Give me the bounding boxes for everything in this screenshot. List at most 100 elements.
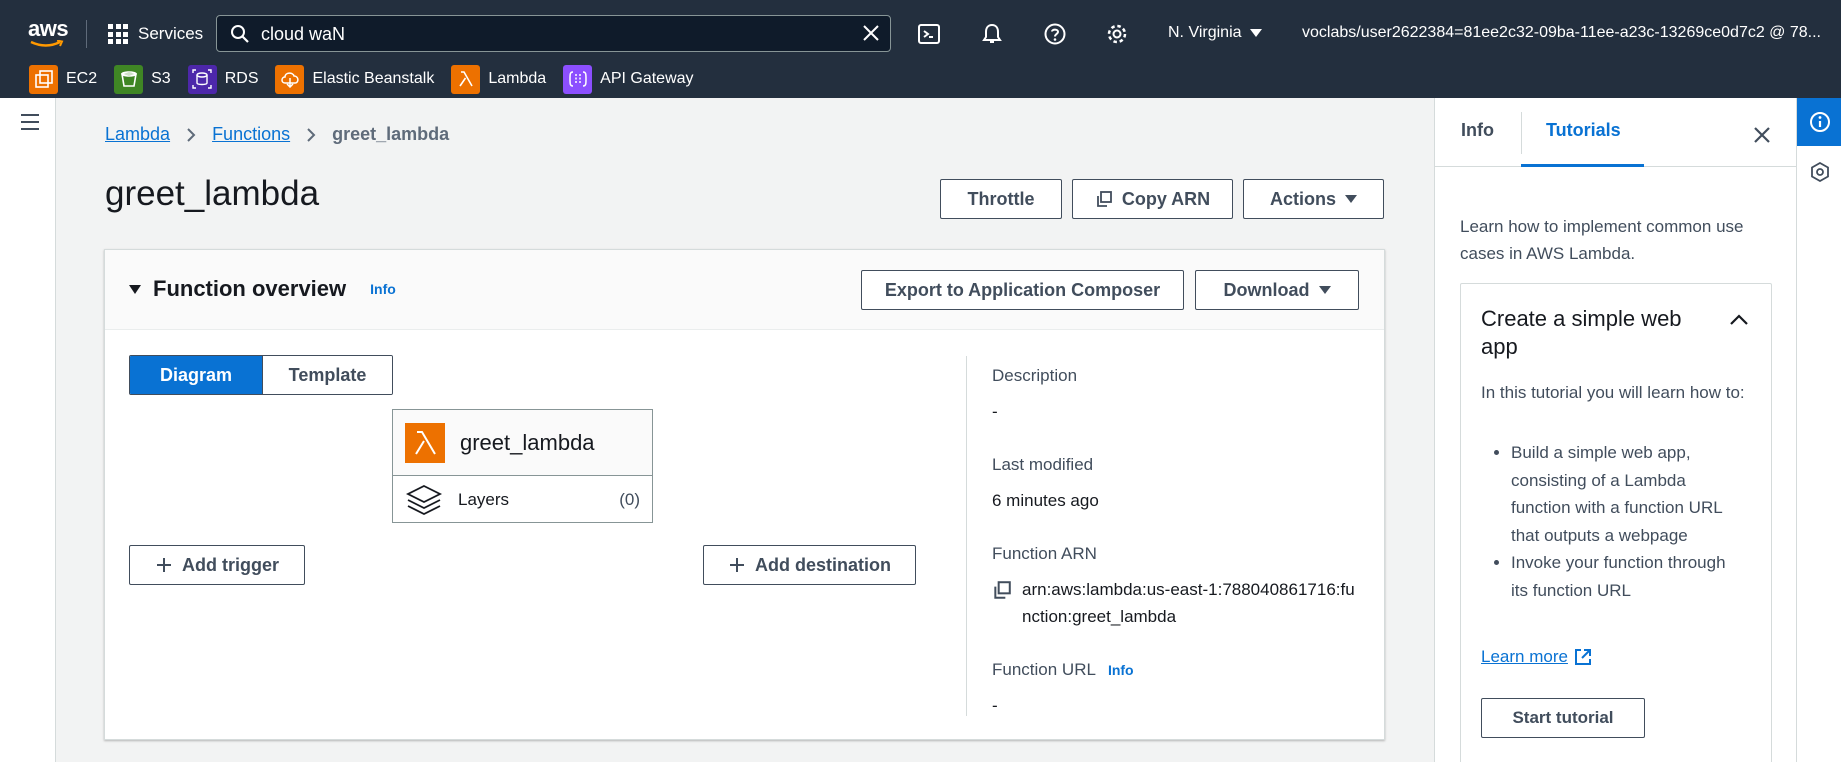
export-composer-button[interactable]: Export to Application Composer xyxy=(861,270,1184,310)
favorite-api-gateway[interactable]: API Gateway xyxy=(563,64,694,94)
chevron-up-icon[interactable] xyxy=(1729,312,1749,326)
top-navigation: aws Services N. Virginia voclabs/user262… xyxy=(0,0,1841,68)
help-icon[interactable] xyxy=(1043,22,1067,46)
account-menu[interactable]: voclabs/user2622384=81ee2c32-09ba-11ee-a… xyxy=(1302,24,1822,42)
tab-diagram[interactable]: Diagram xyxy=(130,356,262,394)
export-label: Export to Application Composer xyxy=(884,279,1161,300)
aws-logo-text: aws xyxy=(28,16,69,41)
learn-more-link[interactable]: Learn more xyxy=(1481,647,1592,667)
copy-icon[interactable] xyxy=(992,580,1012,600)
favorite-label: S3 xyxy=(151,70,171,87)
search-icon xyxy=(231,25,249,43)
tutorial-step: Invoke your function through its functio… xyxy=(1511,549,1736,604)
favorite-s3[interactable]: S3 xyxy=(114,64,171,94)
help-tab-info[interactable]: Info xyxy=(1461,120,1494,141)
favorite-label: API Gateway xyxy=(600,70,694,87)
throttle-label: Throttle xyxy=(967,188,1035,209)
function-node-name: greet_lambda xyxy=(460,429,595,455)
copy-arn-button[interactable]: Copy ARN xyxy=(1072,179,1233,219)
tutorial-steps: Build a simple web app, consisting of a … xyxy=(1511,439,1736,604)
caret-down-icon xyxy=(1249,29,1262,37)
breadcrumb-current: greet_lambda xyxy=(332,124,450,144)
plus-icon xyxy=(730,558,744,572)
plus-icon xyxy=(157,558,171,572)
function-overview-info-link[interactable]: Info xyxy=(370,281,396,297)
help-panel: Info Tutorials Learn how to implement co… xyxy=(1434,98,1796,762)
layers-count: (0) xyxy=(619,489,640,509)
favorite-ec2[interactable]: EC2 xyxy=(29,64,97,94)
help-tab-tutorials[interactable]: Tutorials xyxy=(1546,120,1621,141)
learn-more-label: Learn more xyxy=(1481,647,1568,666)
breadcrumb-functions-link[interactable]: Functions xyxy=(212,124,290,145)
breadcrumb: Lambda Functions greet_lambda xyxy=(105,124,449,145)
throttle-button[interactable]: Throttle xyxy=(940,179,1062,219)
function-overview-header: Function overview Info Export to Applica… xyxy=(105,250,1384,330)
start-tutorial-label: Start tutorial xyxy=(1512,708,1614,727)
actions-dropdown-button[interactable]: Actions xyxy=(1243,179,1384,219)
view-toggle: Diagram Template xyxy=(129,355,393,395)
function-url-label: Function URL xyxy=(992,660,1096,679)
favorite-rds[interactable]: RDS xyxy=(187,64,259,94)
region-selector[interactable]: N. Virginia xyxy=(1168,24,1262,42)
vertical-divider xyxy=(966,356,967,716)
function-overview-title: Function overview xyxy=(153,276,347,301)
start-tutorial-button[interactable]: Start tutorial xyxy=(1481,698,1645,738)
function-node-header: greet_lambda xyxy=(393,410,652,476)
last-modified-label: Last modified xyxy=(992,455,1094,474)
rds-database-icon xyxy=(187,64,217,94)
function-details: Description - Last modified 6 minutes ag… xyxy=(992,366,1372,749)
layers-icon xyxy=(405,484,443,515)
layers-row[interactable]: Layers (0) xyxy=(393,476,652,523)
search-input[interactable] xyxy=(261,21,831,47)
function-arn-value: arn:aws:lambda:us-east-1:788040861716:fu… xyxy=(1022,580,1355,626)
function-url-info-link[interactable]: Info xyxy=(1108,662,1134,678)
function-url-label-row: Function URL Info xyxy=(992,660,1372,680)
chevron-right-icon xyxy=(187,127,196,142)
add-destination-button[interactable]: Add destination xyxy=(703,545,916,585)
favorite-label: Lambda xyxy=(488,70,547,87)
chevron-right-icon xyxy=(307,127,316,142)
nav-divider xyxy=(86,20,87,48)
favorite-elastic-beanstalk[interactable]: Elastic Beanstalk xyxy=(275,64,435,94)
aws-logo[interactable]: aws xyxy=(28,16,69,48)
help-intro-text: Learn how to implement common use cases … xyxy=(1460,217,1744,263)
menu-hamburger-icon[interactable] xyxy=(21,114,39,135)
notifications-bell-icon[interactable] xyxy=(980,22,1004,46)
layers-label: Layers xyxy=(458,489,510,509)
tutorial-title[interactable]: Create a simple web app xyxy=(1481,305,1711,361)
hexagon-icon[interactable] xyxy=(1811,162,1829,182)
search-box[interactable] xyxy=(216,15,891,52)
favorite-label: RDS xyxy=(224,70,259,87)
close-icon[interactable] xyxy=(1753,126,1771,144)
description-label: Description xyxy=(992,366,1078,385)
beanstalk-cloud-icon xyxy=(275,64,305,94)
add-trigger-button[interactable]: Add trigger xyxy=(129,545,305,585)
api-gateway-icon xyxy=(563,64,593,94)
right-tool-rail xyxy=(1796,98,1841,762)
help-tabs: Info Tutorials xyxy=(1435,98,1796,167)
tab-template[interactable]: Template xyxy=(262,356,392,394)
info-circle-icon xyxy=(1809,112,1830,132)
cloudshell-icon[interactable] xyxy=(917,22,941,46)
tutorial-description: In this tutorial you will learn how to: xyxy=(1481,383,1745,402)
actions-label: Actions xyxy=(1269,188,1336,209)
favorites-bar: EC2 S3 RDS Elastic Beanstalk Lambda API … xyxy=(0,60,1841,98)
last-modified-value: 6 minutes ago xyxy=(992,491,1099,510)
favorite-lambda[interactable]: Lambda xyxy=(451,64,547,94)
settings-gear-icon[interactable] xyxy=(1105,22,1129,46)
info-panel-toggle[interactable] xyxy=(1797,98,1841,146)
function-arn-row: arn:aws:lambda:us-east-1:788040861716:fu… xyxy=(992,576,1372,630)
favorite-label: Elastic Beanstalk xyxy=(312,70,435,87)
tutorial-card: Create a simple web app In this tutorial… xyxy=(1460,283,1772,762)
download-dropdown-button[interactable]: Download xyxy=(1195,270,1359,310)
services-menu[interactable]: Services xyxy=(108,22,203,46)
external-link-icon xyxy=(1574,649,1591,665)
clear-search-icon[interactable] xyxy=(862,24,880,42)
breadcrumb-lambda-link[interactable]: Lambda xyxy=(105,124,170,145)
services-label: Services xyxy=(138,24,204,43)
region-label: N. Virginia xyxy=(1168,24,1242,41)
function-overview-toggle[interactable]: Function overview Info xyxy=(129,276,396,302)
add-trigger-label: Add trigger xyxy=(182,554,279,575)
tutorial-step: Build a simple web app, consisting of a … xyxy=(1511,439,1736,549)
function-diagram-node[interactable]: greet_lambda Layers (0) xyxy=(392,409,653,523)
